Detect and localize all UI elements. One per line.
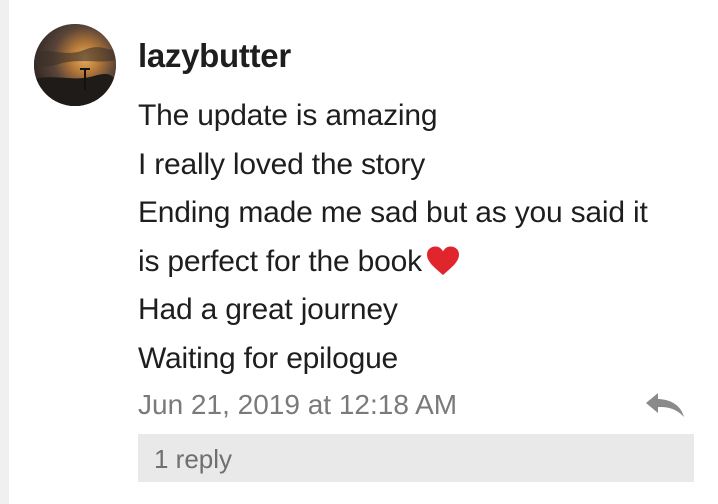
- comment-body: The update is amazing I really loved the…: [138, 92, 708, 383]
- comment-line: Ending made me sad but as you said it: [138, 189, 708, 238]
- comment-username[interactable]: lazybutter: [138, 36, 291, 76]
- comment-line-text: Had a great journey: [138, 293, 398, 326]
- comment-line: is perfect for the book: [138, 238, 708, 287]
- comment-line: Had a great journey: [138, 286, 708, 335]
- view-replies-button[interactable]: 1 reply: [138, 434, 694, 482]
- comment-timestamp: Jun 21, 2019 at 12:18 AM: [138, 389, 458, 420]
- avatar-photo: [34, 24, 116, 106]
- comment-line: The update is amazing: [138, 92, 708, 141]
- replies-count-label: 1 reply: [154, 444, 233, 474]
- comment-line: I really loved the story: [138, 141, 708, 190]
- comment-line-text: is perfect for the book: [138, 244, 422, 278]
- left-border-strip: [0, 0, 9, 504]
- user-avatar[interactable]: [34, 24, 116, 106]
- heart-icon: [426, 243, 460, 275]
- reply-arrow-icon[interactable]: [644, 390, 686, 420]
- comment-line-text: Waiting for epilogue: [138, 341, 399, 375]
- comment-line: Waiting for epilogue: [138, 335, 708, 384]
- comment-line-text: Ending made me sad but as you said it: [138, 196, 648, 229]
- comment-card: lazybutter The update is amazing I reall…: [0, 0, 718, 504]
- comment-line-text: I really loved the story: [138, 147, 425, 181]
- comment-meta-row: Jun 21, 2019 at 12:18 AM: [138, 384, 694, 426]
- comment-line-text: The update is amazing: [138, 99, 438, 132]
